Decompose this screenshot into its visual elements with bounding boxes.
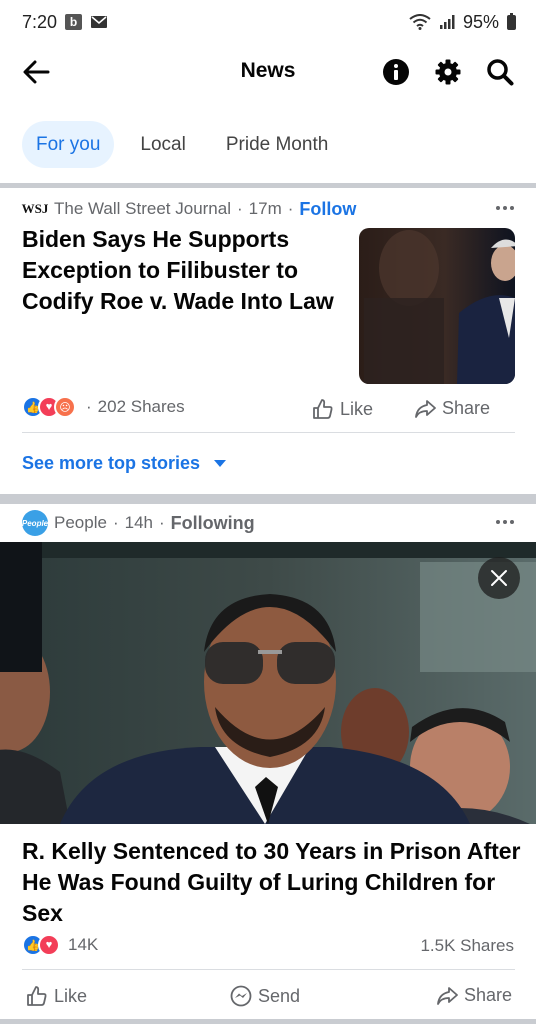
tab-for-you[interactable]: For you [22,121,115,168]
dot [503,520,507,524]
close-icon [491,570,507,586]
share-label: Share [442,398,491,418]
dot [496,520,500,524]
post1-reactions[interactable]: 👍 ♥ ☹ · 202 Shares [22,396,185,418]
settings-button[interactable] [430,54,466,90]
b-app-icon: b [65,14,83,30]
follow-button[interactable]: Follow [299,199,356,220]
battery-percent: 95% [462,11,499,32]
see-more-label: See more top stories [22,453,201,473]
info-icon [383,59,409,85]
post2-reactions[interactable]: 👍 ♥ 14K [22,934,98,956]
post2-share-count[interactable]: 1.5K Shares [420,936,514,956]
post1-like-button[interactable]: Like [312,398,373,420]
post1-source[interactable]: The Wall Street Journal [54,199,231,219]
info-button[interactable] [378,54,414,90]
separator-dot: · [86,397,92,416]
search-button[interactable] [482,54,518,90]
post2-source[interactable]: People [54,513,107,533]
share-label: Share [464,985,513,1005]
post1-headline[interactable]: Biden Says He Supports Exception to Fili… [22,224,342,317]
tab-pride-month[interactable]: Pride Month [212,121,342,168]
post2-reaction-count: 14K [68,935,99,954]
mail-icon [90,14,108,30]
thumbs-up-icon [313,399,333,419]
dot [503,206,507,210]
divider [22,432,515,433]
post1-share-button[interactable]: Share [414,398,490,419]
post1-thumbnail[interactable] [359,228,515,384]
tab-local[interactable]: Local [126,121,199,168]
back-button[interactable] [18,54,54,90]
dot [510,520,514,524]
back-arrow-icon [23,60,50,84]
dot [496,206,500,210]
post2-more-options-button[interactable] [490,512,520,532]
reaction-icons: 👍 ♥ ☹ [22,396,76,418]
share-arrow-icon [415,399,436,418]
messenger-icon [230,985,252,1007]
post1-time: 17m [248,199,282,218]
angry-reaction-icon: ☹ [54,396,76,418]
post2-photo[interactable] [0,542,536,824]
people-avatar[interactable]: People [22,510,48,536]
post1-share-count[interactable]: 202 Shares [98,397,185,417]
like-label: Like [54,985,88,1006]
following-button[interactable]: Following [171,513,255,534]
send-label: Send [258,985,301,1006]
love-reaction-icon: ♥ [38,934,60,956]
post2-send-button[interactable]: Send [230,985,300,1007]
like-label: Like [340,398,374,419]
status-time: 7:20 [22,11,58,32]
post1-header: WSJ The Wall Street Journal · 17m · Foll… [22,196,357,222]
section-divider [0,1019,536,1024]
post2-like-button[interactable]: Like [26,985,87,1007]
post2-time: 14h [124,513,153,532]
top-nav: News [0,44,536,100]
share-arrow-icon [437,986,458,1005]
post2-header: People People · 14h · Following [22,510,255,536]
divider [22,969,515,970]
reaction-icons: 👍 ♥ [22,934,60,956]
battery-icon [507,12,516,30]
wsj-avatar[interactable]: WSJ [22,196,49,222]
separator-dot: · [287,199,294,218]
section-divider [0,183,536,188]
separator-dot: · [112,513,119,532]
separator-dot: · [158,513,165,532]
section-divider [0,494,536,504]
see-more-top-stories-button[interactable]: See more top stories [22,453,227,474]
signal-icon [439,14,455,30]
news-tabs: For you Local Pride Month [22,121,342,168]
post2-share-button[interactable]: Share [436,985,512,1006]
post2-headline[interactable]: R. Kelly Sentenced to 30 Years in Prison… [22,836,522,929]
wifi-icon [409,14,431,30]
search-icon [487,59,514,86]
status-bar: 7:20 b 95% [0,0,536,44]
post1-more-options-button[interactable] [490,198,520,218]
gear-icon [435,59,461,85]
dot [510,206,514,210]
close-button[interactable] [478,557,520,599]
thumbs-up-icon [27,986,47,1006]
caret-down-icon [214,460,227,467]
separator-dot: · [237,199,243,218]
